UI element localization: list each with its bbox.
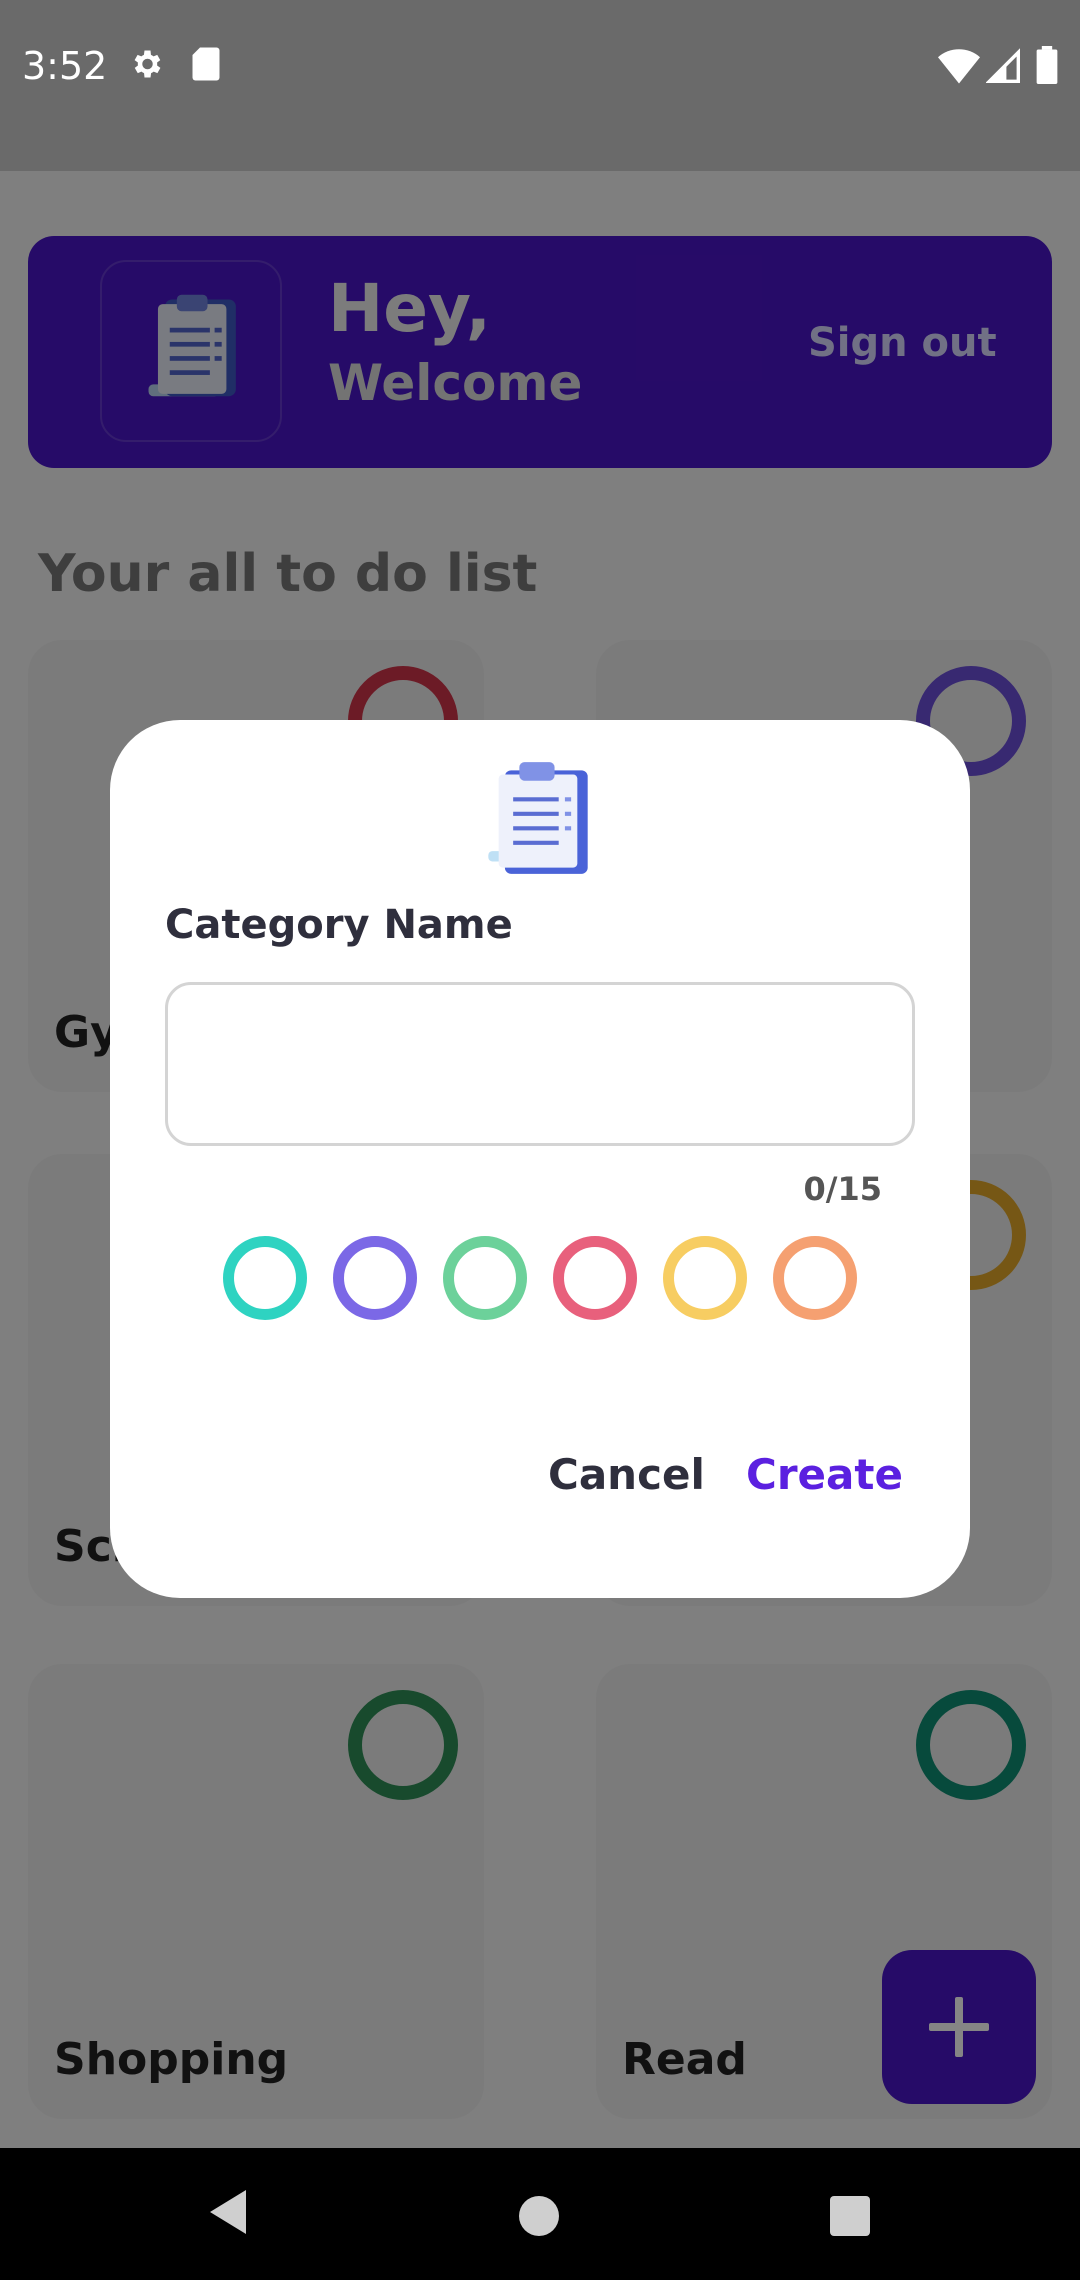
- clipboard-icon: [488, 762, 588, 874]
- category-name-input[interactable]: [165, 982, 915, 1146]
- character-counter: 0/15: [803, 1170, 882, 1208]
- home-icon[interactable]: [519, 2196, 559, 2236]
- settings-icon: [128, 46, 164, 86]
- create-category-dialog: Category Name 0/15 Cancel Create: [110, 720, 970, 1598]
- recents-icon[interactable]: [830, 2196, 870, 2236]
- color-option-orange[interactable]: [773, 1236, 857, 1320]
- color-option-teal[interactable]: [223, 1236, 307, 1320]
- color-option-yellow[interactable]: [663, 1236, 747, 1320]
- battery-icon: [1036, 46, 1058, 88]
- color-option-purple[interactable]: [333, 1236, 417, 1320]
- status-bar: 3:52: [0, 0, 1080, 171]
- wifi-icon: [938, 48, 980, 88]
- cancel-button[interactable]: Cancel: [548, 1450, 705, 1499]
- back-icon[interactable]: [206, 2186, 250, 2238]
- color-option-green[interactable]: [443, 1236, 527, 1320]
- sd-card-icon: [190, 46, 222, 86]
- color-option-pink[interactable]: [553, 1236, 637, 1320]
- navigation-bar: [0, 2148, 1080, 2280]
- app-screen: 3:52 Hey, Welcome Sign out Your all to d…: [0, 0, 1080, 2280]
- create-button[interactable]: Create: [746, 1450, 903, 1499]
- signal-icon: [985, 48, 1020, 88]
- status-time: 3:52: [22, 44, 108, 88]
- category-name-label: Category Name: [165, 902, 513, 948]
